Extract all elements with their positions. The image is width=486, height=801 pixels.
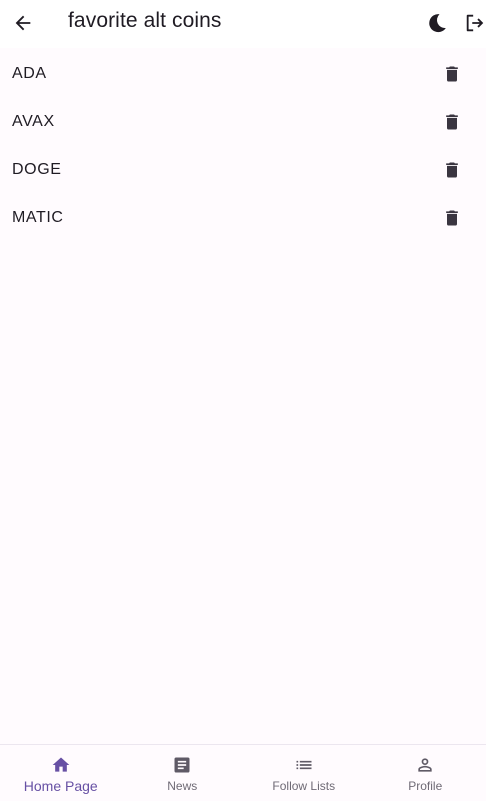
delete-button[interactable]	[440, 158, 464, 182]
delete-button[interactable]	[440, 206, 464, 230]
back-button[interactable]	[10, 10, 36, 36]
nav-item-follow-lists[interactable]: Follow Lists	[243, 745, 365, 801]
logout-button[interactable]	[462, 10, 486, 36]
trash-icon	[446, 66, 458, 82]
coin-label: MATIC	[12, 209, 64, 226]
coin-label: AVAX	[12, 113, 55, 130]
nav-label: Follow Lists	[272, 779, 336, 793]
coin-list: ADA AVAX DOGE MATIC	[0, 50, 486, 242]
theme-toggle-button[interactable]	[424, 10, 450, 36]
person-icon	[414, 754, 436, 776]
list-icon	[293, 754, 315, 776]
nav-label: Home Page	[23, 778, 98, 794]
list-item[interactable]: AVAX	[0, 98, 486, 146]
moon-icon	[429, 14, 446, 33]
bottom-navigation: Home Page News Follow Lists Profile	[0, 744, 486, 801]
arrow-back-icon	[15, 15, 31, 31]
list-item[interactable]: MATIC	[0, 194, 486, 242]
app-screen: favorite alt coins ADA AVAX DOGE MATIC H…	[0, 0, 486, 801]
trash-icon	[446, 114, 458, 130]
logout-icon	[466, 14, 484, 32]
nav-item-news[interactable]: News	[122, 745, 244, 801]
nav-label: Profile	[408, 779, 443, 793]
home-icon	[50, 754, 72, 776]
delete-button[interactable]	[440, 110, 464, 134]
coin-label: DOGE	[12, 161, 62, 178]
nav-label: News	[167, 779, 198, 793]
nav-item-home[interactable]: Home Page	[0, 745, 122, 801]
list-item[interactable]: DOGE	[0, 146, 486, 194]
app-bar: favorite alt coins	[0, 0, 486, 48]
article-icon	[171, 754, 193, 776]
trash-icon	[446, 162, 458, 178]
page-title: favorite alt coins	[68, 9, 222, 32]
nav-item-profile[interactable]: Profile	[365, 745, 486, 801]
trash-icon	[446, 210, 458, 226]
coin-label: ADA	[12, 65, 47, 82]
list-item[interactable]: ADA	[0, 50, 486, 98]
delete-button[interactable]	[440, 62, 464, 86]
